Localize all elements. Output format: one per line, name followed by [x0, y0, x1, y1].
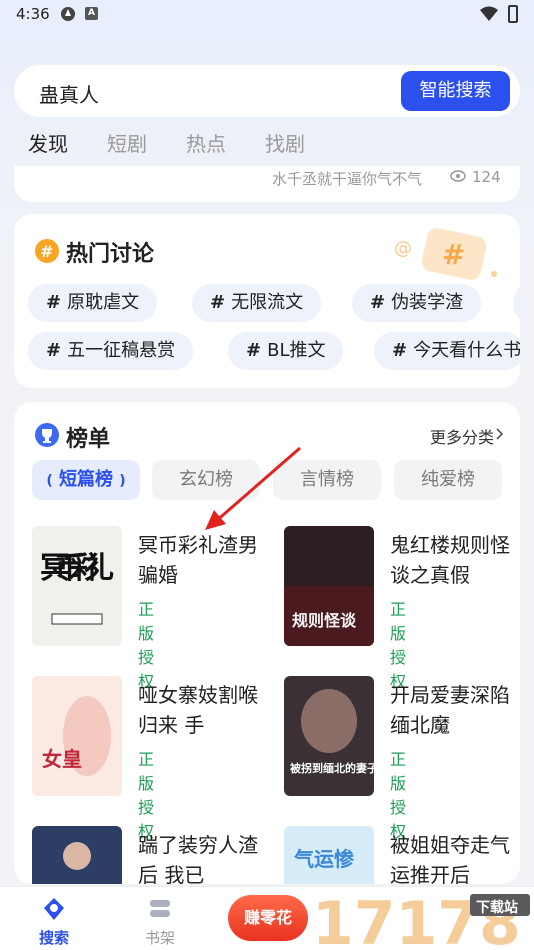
- tab-fantasy-rank[interactable]: 玄幻榜: [152, 460, 260, 500]
- book-title: 被姐姐夺走气运推开后: [390, 833, 510, 884]
- hashtag-decoration-icon: # @: [394, 228, 497, 280]
- topic-tag[interactable]: # 原耽虐文: [28, 284, 158, 322]
- svg-text:被拐到缅北的妻子: 被拐到缅北的妻子: [290, 761, 374, 775]
- nav-search-label: 搜索: [38, 929, 69, 947]
- book-cover: 被拐到缅北的妻子: [284, 676, 374, 796]
- svg-text:#: #: [40, 242, 53, 261]
- nav-bookshelf[interactable]: 书架: [120, 887, 200, 950]
- hot-discussion-title: 热门讨论: [66, 242, 155, 267]
- laurel-left-icon: (: [46, 473, 53, 489]
- license-badge: 正版授权: [138, 750, 155, 841]
- book-title: 鬼红楼规则怪谈之真假: [390, 533, 510, 587]
- ranking-card: 榜单 更多分类 ( 短篇榜 ) 玄幻榜 言情榜 纯爱榜 冥币彩礼 冥币彩礼渣男骗…: [14, 402, 520, 884]
- bookshelf-icon: [150, 900, 170, 917]
- topic-tag[interactable]: # BL推文: [228, 332, 344, 370]
- chevron-right-icon[interactable]: [496, 428, 504, 440]
- app-notification-icon: [61, 7, 75, 21]
- book-cover: 冥币彩礼: [32, 526, 122, 646]
- more-categories-link[interactable]: 更多分类: [430, 424, 494, 448]
- svg-text:规则怪谈: 规则怪谈: [292, 611, 357, 630]
- tab-bl-rank[interactable]: 纯爱榜: [394, 460, 502, 500]
- notification-a-icon: A: [85, 7, 98, 20]
- search-nav-icon: [44, 898, 64, 920]
- book-title: 冥币彩礼渣男骗婚: [138, 533, 258, 587]
- hashtag-icon: #: [370, 292, 386, 313]
- tab-discover[interactable]: 发现: [28, 128, 68, 157]
- hot-discussion-card: # @ # 热门讨论 # 原耽虐文 # 无限流文 # 伪装学渣 # 五一征稿悬赏 # BL…: [14, 214, 520, 388]
- license-badge: 正版授权: [390, 600, 407, 691]
- hashtag-icon: #: [210, 292, 226, 313]
- tab-find-drama[interactable]: 找剧: [265, 128, 305, 157]
- license-badge: 正版授权: [390, 750, 407, 841]
- status-bar: 4:36 A: [0, 0, 534, 30]
- book-title: 踹了装穷人渣后 我已: [138, 833, 258, 884]
- tab-short-rank[interactable]: ( 短篇榜 ): [32, 460, 140, 500]
- svg-text:#: #: [442, 238, 465, 271]
- search-bar[interactable]: 蛊真人 智能搜索: [14, 65, 520, 117]
- post-snippet: 水千丞就干逼你气不气: [272, 170, 423, 188]
- book-cover: 规则怪谈: [284, 526, 374, 646]
- hashtag-icon: #: [46, 340, 62, 361]
- svg-text:女皇: 女皇: [42, 747, 82, 771]
- topic-tag[interactable]: # 五一征稿悬赏: [28, 332, 194, 370]
- search-input[interactable]: 蛊真人: [39, 79, 99, 108]
- ranking-title: 榜单: [66, 427, 111, 452]
- book-cover: 女皇: [32, 676, 122, 796]
- svg-text:冥币彩礼: 冥币彩礼: [40, 551, 114, 586]
- previous-post-card[interactable]: 水千丞就干逼你气不气 124: [14, 166, 520, 202]
- book-title: 哑女寨妓割喉归来 手: [138, 683, 258, 737]
- trophy-icon: [35, 423, 59, 447]
- wifi-icon: [480, 6, 498, 21]
- nav-search[interactable]: 搜索: [14, 887, 94, 950]
- laurel-right-icon: ): [119, 473, 126, 489]
- smart-search-button[interactable]: 智能搜索: [401, 71, 510, 111]
- book-cover: 气运惨: [284, 826, 374, 884]
- book-title: 开局爱妻深陷缅北魔: [390, 683, 510, 737]
- topic-tag[interactable]: # 无限流文: [192, 284, 322, 322]
- top-tabs: 发现 短剧 热点 找剧: [0, 128, 534, 164]
- status-time: 4:36: [16, 5, 50, 23]
- topic-tag[interactable]: # 今天看什么书: [374, 332, 520, 370]
- book-cover: [32, 826, 122, 884]
- earn-pocket-money-button[interactable]: 赚零花: [228, 895, 308, 941]
- nav-bookshelf-label: 书架: [144, 929, 175, 947]
- view-count: 124: [472, 168, 501, 186]
- license-badge: 正版授权: [138, 600, 155, 691]
- svg-text:气运惨: 气运惨: [293, 847, 355, 871]
- battery-icon: [508, 5, 518, 23]
- topic-tag[interactable]: # 伪装学渣: [352, 284, 482, 322]
- hashtag-icon: #: [246, 340, 262, 361]
- tab-short-drama[interactable]: 短剧: [107, 128, 147, 157]
- hashtag-icon: #: [392, 340, 408, 361]
- hashtag-icon: #: [46, 292, 62, 313]
- eye-icon: [450, 170, 466, 182]
- tab-hot[interactable]: 热点: [186, 128, 226, 157]
- topic-tag-overflow[interactable]: [514, 284, 520, 322]
- hot-discussion-icon: #: [35, 239, 59, 263]
- tab-romance-rank[interactable]: 言情榜: [273, 460, 381, 500]
- watermark-label: 下载站: [476, 900, 518, 916]
- svg-text:@: @: [394, 238, 412, 259]
